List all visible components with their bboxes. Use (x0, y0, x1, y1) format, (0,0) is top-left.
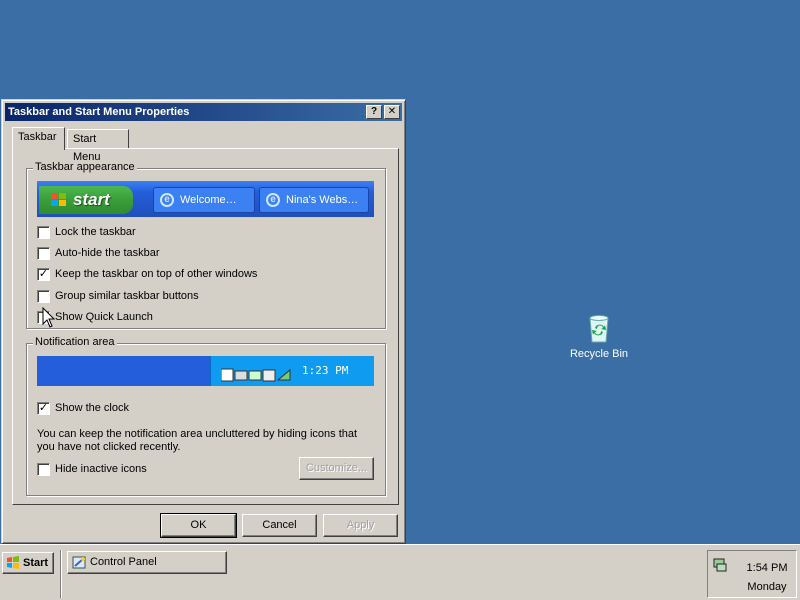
group-legend: Taskbar appearance (33, 161, 137, 173)
close-button[interactable]: ✕ (384, 105, 400, 119)
checkbox-label: Keep the taskbar on top of other windows (55, 268, 258, 280)
dialog-titlebar[interactable]: Taskbar and Start Menu Properties ? ✕ (5, 103, 402, 121)
cancel-button[interactable]: Cancel (242, 514, 317, 537)
task-button-label: Control Panel (90, 556, 157, 568)
desktop-icon-recycle-bin[interactable]: Recycle Bin (562, 312, 636, 360)
clock-day: Monday (747, 581, 787, 593)
checkbox-checked[interactable]: ✓ (37, 402, 50, 415)
preview-task-label: Nina's Webs… (286, 194, 359, 206)
preview-tray: 1:23 PM (210, 356, 374, 386)
taskbar-tab-panel: Taskbar appearance start e Welcome… e Ni… (12, 148, 399, 505)
checkbox[interactable] (37, 226, 50, 239)
ie-icon: e (160, 193, 174, 207)
checkbox[interactable] (37, 463, 50, 476)
taskbar-preview: start e Welcome… e Nina's Webs… (37, 181, 374, 217)
help-button[interactable]: ? (366, 105, 382, 119)
preview-task-label: Welcome… (180, 194, 237, 206)
checkbox[interactable] (37, 290, 50, 303)
checkbox-label: Lock the taskbar (55, 226, 136, 238)
checkbox-label: Hide inactive icons (55, 463, 147, 475)
windows-flag-icon (51, 193, 66, 206)
ie-icon: e (266, 193, 280, 207)
tab-taskbar[interactable]: Taskbar (12, 127, 65, 150)
apply-button[interactable]: Apply (323, 514, 398, 537)
checkbox-label: Group similar taskbar buttons (55, 290, 199, 302)
start-button[interactable]: Start (2, 552, 54, 574)
tab-start-menu[interactable]: Start Menu (67, 129, 129, 163)
start-label: Start (23, 557, 49, 569)
preview-start-label: start (73, 190, 110, 209)
network-icon[interactable] (712, 557, 728, 573)
preview-clock: 1:23 PM (302, 364, 349, 377)
notification-area-group: Notification area 1:23 PM ✓ Show the clo… (26, 336, 386, 496)
recycle-bin-icon (583, 312, 615, 344)
clock-time: 1:54 PM (746, 562, 788, 574)
preview-task-nina: e Nina's Webs… (259, 187, 369, 213)
preview-start-button: start (39, 186, 133, 214)
windows-logo-icon (7, 556, 19, 569)
checkbox-label: Auto-hide the taskbar (55, 247, 160, 259)
checkbox[interactable] (37, 247, 50, 260)
taskbar-appearance-group: Taskbar appearance start e Welcome… e Ni… (26, 161, 386, 329)
system-tray: 1:54 PM Monday (707, 550, 797, 598)
ok-button[interactable]: OK (160, 513, 237, 538)
mouse-cursor-icon (42, 307, 56, 328)
dialog-title: Taskbar and Start Menu Properties (8, 106, 190, 118)
desktop-icon-label: Recycle Bin (569, 348, 629, 360)
task-button-control-panel[interactable]: Control Panel (67, 551, 227, 574)
control-panel-icon (72, 556, 86, 569)
notification-description: You can keep the notification area unclu… (37, 428, 358, 453)
checkbox-label: Show Quick Launch (55, 311, 153, 323)
checkbox-label: Show the clock (55, 402, 129, 414)
customize-button[interactable]: Customize... (299, 457, 374, 480)
group-legend: Notification area (33, 336, 117, 348)
notification-preview: 1:23 PM (37, 356, 374, 386)
tray-icons (220, 364, 291, 382)
taskbar: Start Control Panel 1:54 PM Monday (0, 544, 800, 600)
taskbar-separator (60, 550, 62, 598)
preview-task-welcome: e Welcome… (153, 187, 255, 213)
checkbox-checked[interactable]: ✓ (37, 268, 50, 281)
taskbar-properties-dialog: Taskbar and Start Menu Properties ? ✕ Ta… (1, 99, 406, 544)
tray-clock[interactable]: 1:54 PM Monday (738, 559, 796, 597)
